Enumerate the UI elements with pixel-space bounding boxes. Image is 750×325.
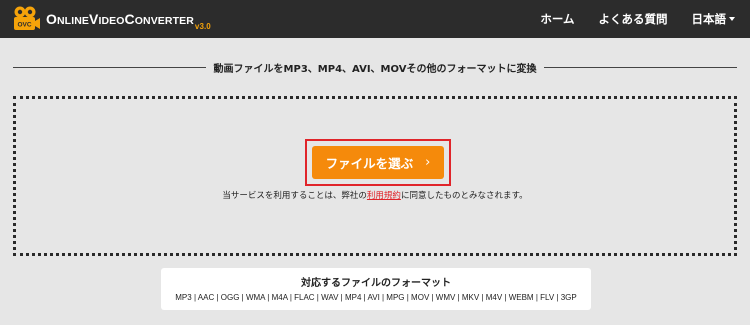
terms-notice: 当サービスを利用することは、弊社の利用規約に同意したものとみなされます。 <box>0 189 750 201</box>
choose-file-button[interactable]: ファイルを選ぶ › <box>312 146 444 179</box>
supported-formats-box: 対応するファイルのフォーマット MP3 | AAC | OGG | WMA | … <box>161 268 591 310</box>
terms-text-after: に同意したものとみなされます。 <box>400 191 528 201</box>
logo-version: v3.0 <box>194 22 211 31</box>
section-heading-text: 動画ファイルをMP3、MP4、AVI、MOVその他のフォーマットに変換 <box>213 63 537 75</box>
top-nav-bar: OVC ONLINEVIDEOCONVERTERv3.0 ホーム よくある質問 … <box>0 0 750 38</box>
section-heading: 動画ファイルをMP3、MP4、AVI、MOVその他のフォーマットに変換 <box>13 59 738 75</box>
site-logo[interactable]: OVC ONLINEVIDEOCONVERTERv3.0 <box>13 6 211 32</box>
caret-down-icon <box>729 17 735 21</box>
main-nav: ホーム よくある質問 日本語 <box>516 0 735 38</box>
supported-formats-title: 対応するファイルのフォーマット <box>301 278 451 289</box>
divider-line-right <box>544 66 738 68</box>
language-label: 日本語 <box>691 12 727 26</box>
film-camera-icon: OVC <box>13 6 41 32</box>
choose-file-label: ファイルを選ぶ <box>325 156 414 171</box>
supported-formats-list: MP3 | AAC | OGG | WMA | M4A | FLAC | WAV… <box>175 293 577 302</box>
logo-wordmark: ONLINEVIDEOCONVERTERv3.0 <box>46 11 211 31</box>
logo-badge: OVC <box>17 22 31 29</box>
nav-home-link[interactable]: ホーム <box>540 11 574 27</box>
nav-faq-link[interactable]: よくある質問 <box>599 11 668 27</box>
terms-text-before: 当サービスを利用することは、弊社の <box>222 191 367 201</box>
chevron-right-icon: › <box>425 155 431 170</box>
divider-line-left <box>13 66 206 68</box>
language-dropdown[interactable]: 日本語 <box>691 11 735 27</box>
terms-of-use-link[interactable]: 利用規約 <box>367 191 401 201</box>
